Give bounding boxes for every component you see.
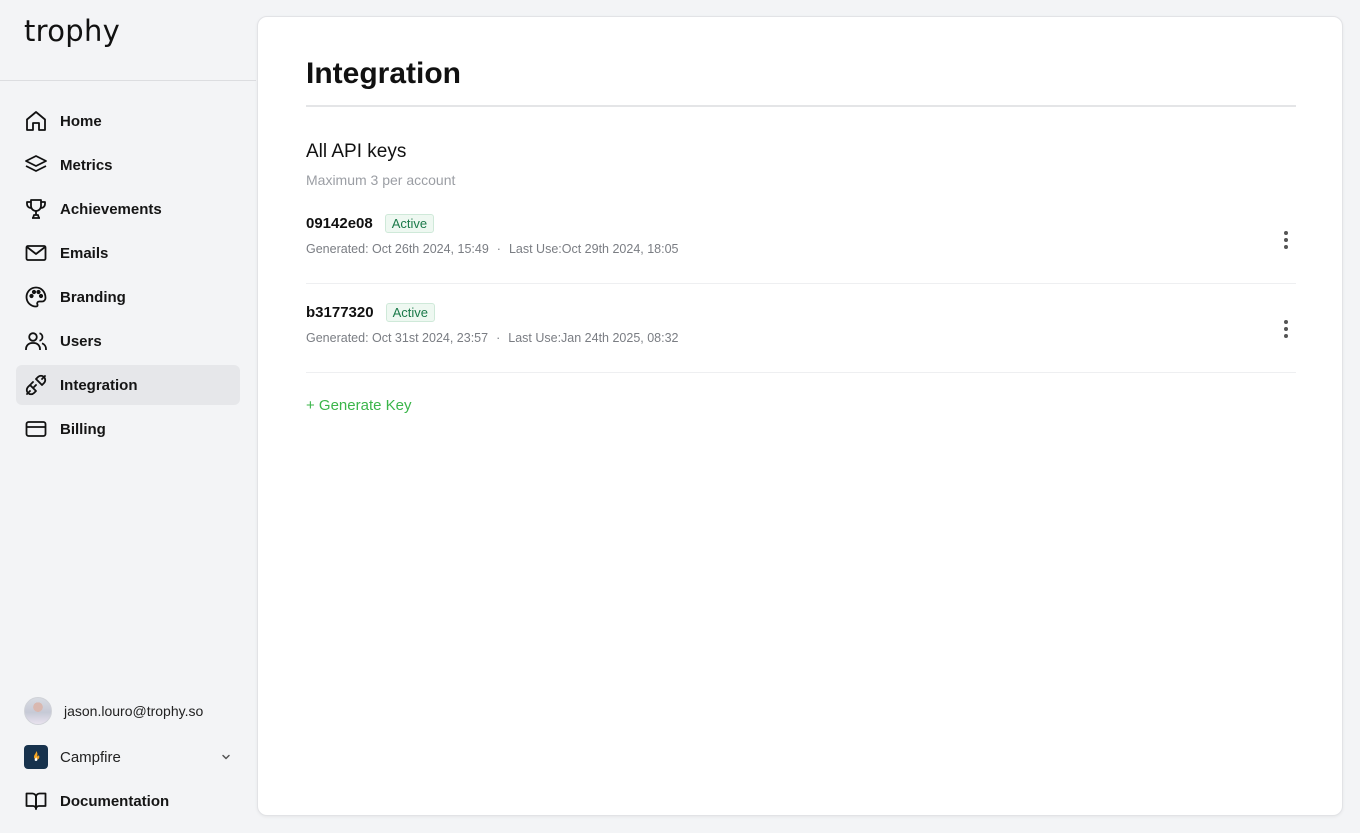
sidebar-nav: Home Metrics Achievements Emails Brandin… bbox=[16, 101, 240, 453]
mail-icon bbox=[24, 241, 48, 265]
sidebar-item-users[interactable]: Users bbox=[16, 321, 240, 361]
section-title: All API keys bbox=[306, 141, 407, 162]
credit-card-icon bbox=[24, 417, 48, 441]
sidebar-item-label: Integration bbox=[60, 376, 138, 394]
chevron-down-icon bbox=[220, 751, 232, 763]
api-key-row: 09142e08 Active Generated: Oct 26th 2024… bbox=[306, 195, 1296, 284]
campfire-logo-icon bbox=[24, 745, 48, 769]
sidebar-item-branding[interactable]: Branding bbox=[16, 277, 240, 317]
trophy-icon bbox=[24, 197, 48, 221]
plug-icon bbox=[24, 373, 48, 397]
generated-date: Generated: Oct 26th 2024, 15:49 bbox=[306, 242, 489, 256]
sidebar-item-emails[interactable]: Emails bbox=[16, 233, 240, 273]
avatar bbox=[24, 697, 52, 725]
sidebar-item-integration[interactable]: Integration bbox=[16, 365, 240, 405]
palette-icon bbox=[24, 285, 48, 309]
more-options-icon[interactable] bbox=[1276, 317, 1296, 341]
layers-icon bbox=[24, 153, 48, 177]
last-use-date: Last Use:Oct 29th 2024, 18:05 bbox=[508, 242, 679, 256]
org-switcher[interactable]: Campfire bbox=[24, 745, 232, 769]
main-panel: Integration All API keys Maximum 3 per a… bbox=[257, 16, 1343, 816]
meta-separator: · bbox=[496, 331, 501, 345]
status-badge: Active bbox=[385, 303, 435, 322]
api-key-list: 09142e08 Active Generated: Oct 26th 2024… bbox=[306, 195, 1296, 373]
sidebar-item-home[interactable]: Home bbox=[16, 101, 240, 141]
sidebar-item-metrics[interactable]: Metrics bbox=[16, 145, 240, 185]
documentation-label: Documentation bbox=[60, 792, 170, 810]
page-title: Integration bbox=[306, 57, 461, 90]
section-subtitle: Maximum 3 per account bbox=[306, 172, 456, 188]
user-profile[interactable]: jason.louro@trophy.so bbox=[24, 697, 203, 725]
api-key-meta: Generated: Oct 26th 2024, 15:49 · Last U… bbox=[306, 242, 679, 256]
org-name: Campfire bbox=[60, 748, 121, 766]
meta-separator: · bbox=[496, 242, 501, 256]
sidebar-item-label: Metrics bbox=[60, 156, 113, 174]
sidebar: trophy Home Metrics Achievements Emails bbox=[0, 0, 256, 833]
sidebar-divider bbox=[0, 80, 256, 81]
sidebar-item-achievements[interactable]: Achievements bbox=[16, 189, 240, 229]
user-email: jason.louro@trophy.so bbox=[64, 703, 204, 719]
sidebar-item-label: Branding bbox=[60, 288, 126, 306]
sidebar-item-label: Billing bbox=[60, 420, 106, 438]
brand-logo[interactable]: trophy bbox=[24, 14, 120, 48]
generated-date: Generated: Oct 31st 2024, 23:57 bbox=[306, 331, 489, 345]
more-options-icon[interactable] bbox=[1276, 228, 1296, 252]
api-key-id: b3177320 bbox=[306, 304, 374, 321]
generate-key-button[interactable]: + Generate Key bbox=[306, 397, 411, 414]
sidebar-item-label: Achievements bbox=[60, 200, 162, 218]
api-key-row: b3177320 Active Generated: Oct 31st 2024… bbox=[306, 284, 1296, 373]
sidebar-item-billing[interactable]: Billing bbox=[16, 409, 240, 449]
last-use-date: Last Use:Jan 24th 2025, 08:32 bbox=[508, 331, 679, 345]
sidebar-item-label: Users bbox=[60, 332, 102, 350]
book-icon bbox=[24, 789, 48, 813]
status-badge: Active bbox=[384, 214, 435, 233]
documentation-link[interactable]: Documentation bbox=[24, 789, 169, 813]
users-icon bbox=[24, 329, 48, 353]
sidebar-item-label: Home bbox=[60, 112, 102, 130]
title-divider bbox=[306, 105, 1296, 107]
home-icon bbox=[24, 109, 48, 133]
api-key-meta: Generated: Oct 31st 2024, 23:57 · Last U… bbox=[306, 331, 679, 345]
api-key-id: 09142e08 bbox=[306, 215, 373, 232]
sidebar-item-label: Emails bbox=[60, 244, 109, 262]
